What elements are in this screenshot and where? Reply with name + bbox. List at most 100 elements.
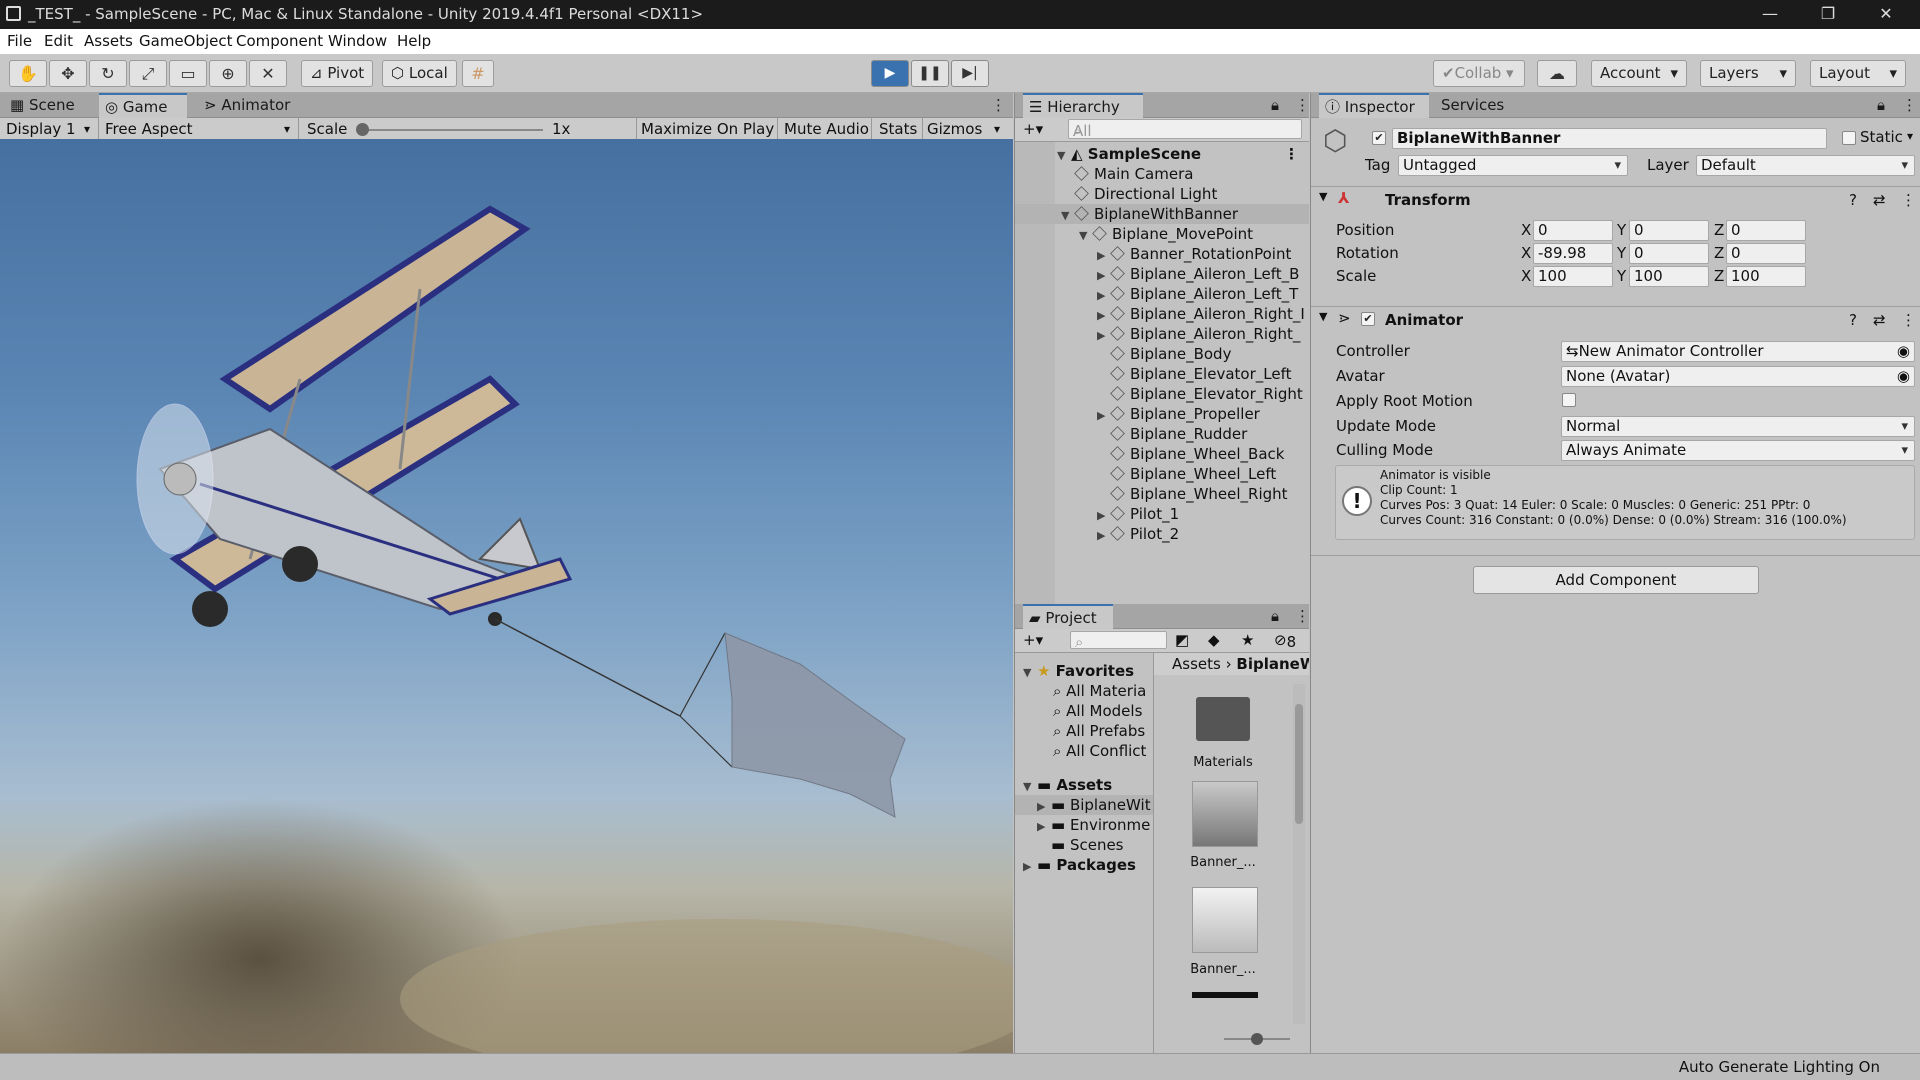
lock-icon[interactable]: 🔒︎ (1265, 604, 1285, 629)
hierarchy-item[interactable]: Biplane_Wheel_Right (1015, 484, 1309, 504)
cloud-icon[interactable]: ☁ (1537, 60, 1577, 87)
tab-project[interactable]: ▰ Project (1023, 604, 1113, 629)
rect-tool-icon[interactable]: ▭ (169, 60, 207, 87)
restore-icon[interactable]: ❐ (1808, 3, 1848, 25)
menu-gameobject[interactable]: GameObject (139, 32, 233, 50)
project-search-input[interactable]: ⌕ (1070, 631, 1167, 649)
maximize-on-play-toggle[interactable]: Maximize On Play (641, 120, 774, 138)
packages-row[interactable]: ▶ ▬ Packages (1015, 855, 1153, 875)
local-button[interactable]: ⬡ Local (382, 60, 457, 87)
favorite-item[interactable]: ⌕ All Prefabs (1015, 721, 1153, 741)
custom-tool-icon[interactable]: ✕ (249, 60, 287, 87)
transform-position-y-field[interactable]: 0 (1629, 220, 1709, 241)
hierarchy-item[interactable]: ▼ Biplane_MovePoint (1015, 224, 1309, 244)
favorite-item[interactable]: ⌕ All Conflict (1015, 741, 1153, 761)
axis-z-label[interactable]: Z (1714, 267, 1724, 285)
chevron-down-icon[interactable]: ▾ (1907, 129, 1913, 143)
filter-type-icon[interactable]: ◩ (1175, 631, 1189, 649)
asset-folder-row[interactable]: ▶ ▬ Environme (1015, 815, 1153, 835)
close-icon[interactable]: ✕ (1866, 3, 1906, 25)
hierarchy-item[interactable]: ▶ Biplane_Aileron_Left_B (1015, 264, 1309, 284)
favorite-star-icon[interactable]: ★ (1241, 631, 1254, 649)
account-dropdown[interactable]: Account ▾ (1591, 60, 1687, 87)
game-viewport[interactable] (0, 139, 1013, 1053)
help-icon[interactable]: ? (1849, 311, 1857, 329)
transform-rotation-z-field[interactable]: 0 (1726, 243, 1806, 264)
assets-row[interactable]: ▼ ▬ Assets (1015, 775, 1153, 795)
hierarchy-item[interactable]: Biplane_Body (1015, 344, 1309, 364)
animator-enabled-checkbox[interactable]: ✔ (1361, 312, 1375, 326)
expand-arrow-icon[interactable]: ▶ (1097, 306, 1111, 324)
asset-thumbnail[interactable] (1192, 992, 1258, 998)
folder-icon[interactable] (1196, 697, 1250, 741)
pivot-button[interactable]: ⊿ Pivot (301, 60, 374, 87)
tab-scene[interactable]: ▦ Scene (4, 93, 81, 118)
animator-header[interactable]: ▼ ⋗ ✔ Animator ? ⇄ ⋮ (1311, 306, 1920, 332)
hierarchy-search-input[interactable]: ⌕ All (1068, 119, 1302, 139)
panel-menu-icon[interactable]: ⋮ (1896, 93, 1920, 118)
panel-menu-icon[interactable]: ⋮ (985, 93, 1012, 118)
scale-slider-handle[interactable] (356, 123, 369, 136)
favorites-row[interactable]: ▼ ★ Favorites (1015, 661, 1153, 681)
expand-arrow-icon[interactable]: ▶ (1097, 286, 1111, 304)
object-name-field[interactable]: BiplaneWithBanner (1392, 128, 1827, 149)
hierarchy-item[interactable]: Biplane_Rudder (1015, 424, 1309, 444)
hierarchy-item[interactable]: Biplane_Elevator_Left (1015, 364, 1309, 384)
axis-z-label[interactable]: Z (1714, 221, 1724, 239)
component-menu-icon[interactable]: ⋮ (1901, 191, 1916, 209)
play-button[interactable]: ▶ (871, 60, 909, 87)
hierarchy-item[interactable]: Biplane_Wheel_Left (1015, 464, 1309, 484)
transform-position-x-field[interactable]: 0 (1533, 220, 1613, 241)
axis-y-label[interactable]: Y (1617, 221, 1626, 239)
icon-size-slider-handle[interactable] (1251, 1033, 1263, 1045)
hierarchy-item[interactable]: ▶ Pilot_2 (1015, 524, 1309, 544)
culling-mode-dropdown[interactable]: Always Animate (1561, 440, 1915, 461)
menu-edit[interactable]: Edit (44, 32, 73, 50)
tab-game[interactable]: ◎ Game (99, 93, 187, 118)
scale-tool-icon[interactable]: ⤢ (129, 60, 167, 87)
expand-arrow-icon[interactable]: ▶ (1097, 266, 1111, 284)
hierarchy-item[interactable]: ▶ Pilot_1 (1015, 504, 1309, 524)
transform-rotation-y-field[interactable]: 0 (1629, 243, 1709, 264)
layer-dropdown[interactable]: Default (1696, 155, 1915, 176)
object-picker-icon[interactable]: ◉ (1897, 342, 1910, 361)
hierarchy-item[interactable]: ▶ Biplane_Aileron_Right_ (1015, 324, 1309, 344)
expand-arrow-icon[interactable]: ▼ (1079, 226, 1093, 244)
mute-audio-toggle[interactable]: Mute Audio (784, 120, 869, 138)
scale-slider-track[interactable] (360, 129, 543, 131)
axis-z-label[interactable]: Z (1714, 244, 1724, 262)
avatar-field[interactable]: None (Avatar) ◉ (1561, 366, 1915, 387)
add-component-button[interactable]: Add Component (1473, 566, 1759, 594)
rotate-tool-icon[interactable]: ↻ (89, 60, 127, 87)
asset-thumbnail[interactable] (1192, 781, 1258, 847)
transform-scale-x-field[interactable]: 100 (1533, 266, 1613, 287)
presets-icon[interactable]: ⇄ (1873, 191, 1886, 209)
minimize-icon[interactable]: — (1750, 3, 1790, 25)
scene-menu-icon[interactable]: ⋮ (1284, 144, 1299, 164)
asset-folder-row[interactable]: ▬ Scenes (1015, 835, 1153, 855)
step-button[interactable]: ▶| (951, 60, 989, 87)
axis-x-label[interactable]: X (1521, 244, 1531, 262)
apply-root-motion-checkbox[interactable] (1562, 393, 1576, 407)
expand-arrow-icon[interactable]: ▶ (1097, 246, 1111, 264)
menu-help[interactable]: Help (397, 32, 431, 50)
expand-arrow-icon[interactable]: ▼ (1061, 206, 1075, 224)
favorite-item[interactable]: ⌕ All Models (1015, 701, 1153, 721)
menu-file[interactable]: File (7, 32, 32, 50)
hierarchy-item[interactable]: ▶ Biplane_Propeller (1015, 404, 1309, 424)
transform-scale-y-field[interactable]: 100 (1629, 266, 1709, 287)
transform-position-z-field[interactable]: 0 (1726, 220, 1806, 241)
expand-arrow-icon[interactable]: ▶ (1097, 406, 1111, 424)
menu-component[interactable]: Component (236, 32, 323, 50)
expand-arrow-icon[interactable]: ▶ (1097, 326, 1111, 344)
tab-services[interactable]: Services (1435, 93, 1510, 118)
update-mode-dropdown[interactable]: Normal (1561, 416, 1915, 437)
axis-x-label[interactable]: X (1521, 221, 1531, 239)
hierarchy-item[interactable]: Biplane_Elevator_Right (1015, 384, 1309, 404)
create-plus-icon[interactable]: +▾ (1023, 631, 1043, 649)
hierarchy-item[interactable]: Biplane_Wheel_Back (1015, 444, 1309, 464)
tab-animator[interactable]: ⋗ Animator (198, 93, 296, 118)
component-menu-icon[interactable]: ⋮ (1901, 311, 1916, 329)
menu-assets[interactable]: Assets (84, 32, 133, 50)
transform-tool-icon[interactable]: ⊕ (209, 60, 247, 87)
